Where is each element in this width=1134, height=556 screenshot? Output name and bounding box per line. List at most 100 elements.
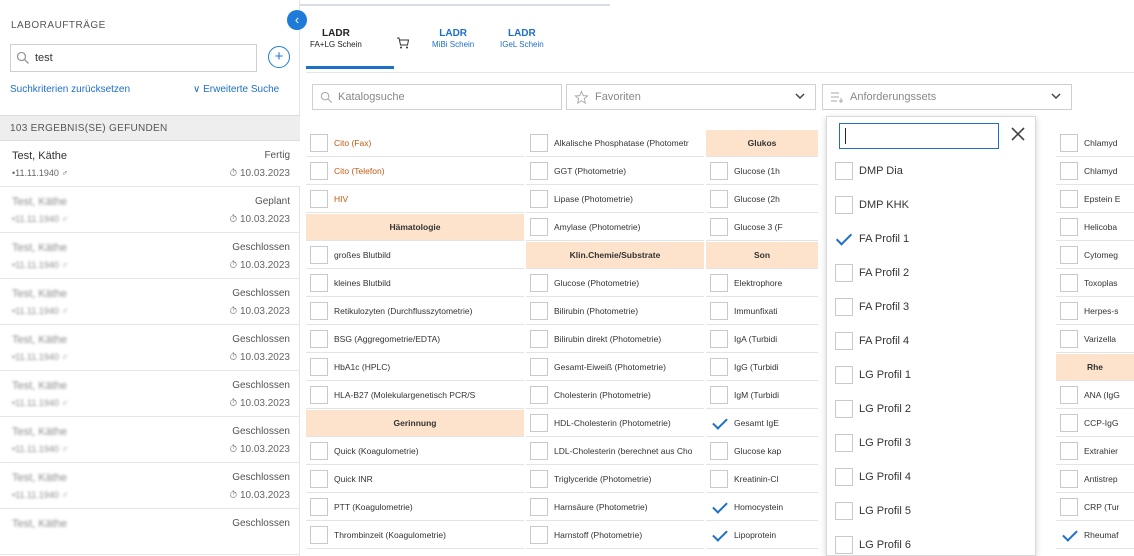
cart-icon[interactable] [396, 36, 410, 50]
request-set-option[interactable]: LG Profil 2 [827, 391, 1035, 425]
lab-test-item[interactable]: Immunfixati [706, 298, 818, 325]
patient-list-item[interactable]: Test, Käthe •11.11.1940 ♂ Geschlossen ⏱ 10.… [0, 325, 300, 371]
lab-test-item[interactable]: Chlamyd [1056, 158, 1134, 185]
test-checkbox[interactable] [1060, 386, 1078, 404]
lab-test-item[interactable]: Gesamt IgE [706, 410, 818, 437]
test-checkbox[interactable] [1060, 134, 1078, 152]
lab-test-item[interactable]: IgG (Turbidi [706, 354, 818, 381]
test-checkbox[interactable] [310, 274, 328, 292]
test-checkbox[interactable] [1060, 302, 1078, 320]
test-checkbox[interactable] [1060, 190, 1078, 208]
favorites-select[interactable]: Favoriten [566, 84, 816, 110]
lab-test-item[interactable]: CRP (Tur [1056, 494, 1134, 521]
lab-test-item[interactable]: HIV [306, 186, 524, 213]
lab-test-item[interactable]: großes Blutbild [306, 242, 524, 269]
catalog-search-input[interactable]: Katalogsuche [312, 84, 562, 110]
test-checkbox[interactable] [710, 386, 728, 404]
test-checkbox[interactable] [310, 246, 328, 264]
lab-test-item[interactable]: Glucose (Photometrie) [526, 270, 704, 297]
lab-test-item[interactable]: Helicoba [1056, 214, 1134, 241]
lab-test-item[interactable]: HLA-B27 (Molekulargenetisch PCR/S [306, 382, 524, 409]
test-checkbox[interactable] [1060, 414, 1078, 432]
lab-test-item[interactable]: HDL-Cholesterin (Photometrie) [526, 410, 704, 437]
lab-test-item[interactable]: Harnstoff (Photometrie) [526, 522, 704, 549]
lab-test-item[interactable]: Bilirubin direkt (Photometrie) [526, 326, 704, 353]
add-order-button[interactable]: + [268, 46, 290, 68]
lab-test-item[interactable]: Varizella [1056, 326, 1134, 353]
test-checkbox[interactable] [530, 498, 548, 516]
lab-test-item[interactable]: Toxoplas [1056, 270, 1134, 297]
test-checkbox[interactable] [310, 498, 328, 516]
option-checkbox[interactable] [835, 332, 853, 350]
lab-test-item[interactable]: Homocystein [706, 494, 818, 521]
order-search-input[interactable]: test [10, 44, 257, 72]
lab-test-item[interactable]: Glucose (1h [706, 158, 818, 185]
option-checkbox[interactable] [835, 434, 853, 452]
lab-test-item[interactable]: Gesamt-Eiweiß (Photometrie) [526, 354, 704, 381]
test-checkbox[interactable] [710, 442, 728, 460]
test-checkbox[interactable] [310, 134, 328, 152]
lab-test-item[interactable]: Quick INR [306, 466, 524, 493]
test-checkbox[interactable] [530, 218, 548, 236]
tab-mibi-schein[interactable]: LADR MiBi Schein [432, 28, 474, 50]
lab-test-item[interactable]: Alkalische Phosphatase (Photometr [526, 130, 704, 157]
test-checkbox[interactable] [310, 526, 328, 544]
lab-test-item[interactable]: Harnsäure (Photometrie) [526, 494, 704, 521]
request-set-option[interactable]: LG Profil 5 [827, 493, 1035, 527]
patient-list-item[interactable]: Test, Käthe •11.11.1940 ♂ Geschlossen ⏱ 10.… [0, 371, 300, 417]
test-checkbox[interactable] [710, 470, 728, 488]
test-checkbox[interactable] [310, 442, 328, 460]
search-value[interactable]: test [35, 52, 53, 64]
test-checkbox[interactable] [1060, 330, 1078, 348]
lab-test-item[interactable]: Glucose kap [706, 438, 818, 465]
lab-test-item[interactable]: LDL-Cholesterin (berechnet aus Cho [526, 438, 704, 465]
lab-test-item[interactable]: Glucose (2h [706, 186, 818, 213]
option-checkbox[interactable] [835, 468, 853, 486]
option-checkbox[interactable] [835, 264, 853, 282]
test-checkbox[interactable] [530, 190, 548, 208]
lab-test-item[interactable]: Cito (Fax) [306, 130, 524, 157]
test-checkbox[interactable] [710, 218, 728, 236]
lab-test-item[interactable]: Glucose 3 (F [706, 214, 818, 241]
test-checkbox[interactable] [310, 302, 328, 320]
test-checkbox[interactable] [710, 526, 728, 544]
patient-list-item[interactable]: Test, Käthe •11.11.1940 ♂ Geschlossen ⏱ 10.… [0, 463, 300, 509]
lab-test-item[interactable]: Cytomeg [1056, 242, 1134, 269]
request-set-option[interactable]: DMP Dia [827, 153, 1035, 187]
test-checkbox[interactable] [1060, 162, 1078, 180]
lab-test-item[interactable]: BSG (Aggregometrie/EDTA) [306, 326, 524, 353]
lab-test-item[interactable]: Chlamyd [1056, 130, 1134, 157]
request-set-option[interactable]: LG Profil 4 [827, 459, 1035, 493]
test-checkbox[interactable] [710, 358, 728, 376]
test-checkbox[interactable] [710, 330, 728, 348]
test-checkbox[interactable] [1060, 498, 1078, 516]
tab-igel-schein[interactable]: LADR IGeL Schein [500, 28, 544, 50]
patient-list-item[interactable]: Test, Käthe •11.11.1940 ♂ Fertig ⏱ 10.03.20… [0, 141, 300, 187]
request-set-option[interactable]: LG Profil 3 [827, 425, 1035, 459]
lab-test-item[interactable]: IgM (Turbidi [706, 382, 818, 409]
lab-test-item[interactable]: kleines Blutbild [306, 270, 524, 297]
option-checkbox[interactable] [835, 400, 853, 418]
test-checkbox[interactable] [530, 358, 548, 376]
test-checkbox[interactable] [530, 302, 548, 320]
request-sets-select[interactable]: Anforderungssets [822, 84, 1072, 110]
advanced-search-link[interactable]: ∨ Erweiterte Suche [193, 84, 279, 95]
option-checkbox[interactable] [835, 162, 853, 180]
patient-list-item[interactable]: Test, Käthe •11.11.1940 ♂ Geschlossen ⏱ 10.… [0, 417, 300, 463]
lab-test-item[interactable]: Thrombinzeit (Koagulometrie) [306, 522, 524, 549]
lab-test-item[interactable]: Retikulozyten (Durchflusszytometrie) [306, 298, 524, 325]
request-set-option[interactable]: FA Profil 4 [827, 323, 1035, 357]
request-set-option[interactable]: FA Profil 3 [827, 289, 1035, 323]
tab-fa-lg-schein[interactable]: LADR FA+LG Schein [310, 28, 362, 50]
lab-test-item[interactable]: Rheumaf [1056, 522, 1134, 549]
test-checkbox[interactable] [1060, 246, 1078, 264]
test-checkbox[interactable] [530, 414, 548, 432]
test-checkbox[interactable] [1060, 442, 1078, 460]
option-checkbox[interactable] [835, 502, 853, 520]
lab-test-item[interactable]: Epstein E [1056, 186, 1134, 213]
lab-test-item[interactable]: GGT (Photometrie) [526, 158, 704, 185]
test-checkbox[interactable] [310, 330, 328, 348]
patient-list-item[interactable]: Test, Käthe Geschlossen [0, 509, 300, 555]
dropdown-search-input[interactable] [839, 123, 999, 149]
test-checkbox[interactable] [710, 274, 728, 292]
